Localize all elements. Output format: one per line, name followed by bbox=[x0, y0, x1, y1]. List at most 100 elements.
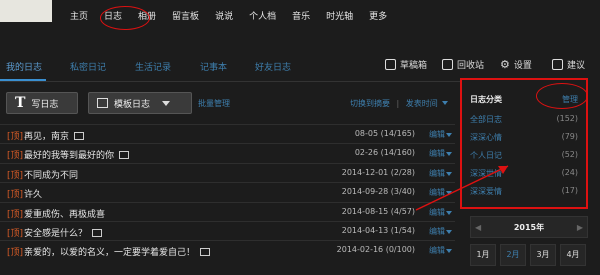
pinned-tag: [顶] bbox=[7, 248, 24, 259]
chevron-down-icon[interactable] bbox=[446, 171, 452, 176]
pinned-tag: [顶] bbox=[7, 151, 24, 162]
edit-link[interactable]: 编辑 bbox=[429, 148, 445, 159]
pinned-tag: [顶] bbox=[7, 132, 24, 142]
chevron-down-icon[interactable] bbox=[446, 249, 452, 254]
next-year-icon[interactable]: ▶ bbox=[577, 223, 583, 232]
drafts-label: 草稿箱 bbox=[400, 61, 428, 71]
nav-more[interactable]: 更多 bbox=[361, 10, 395, 24]
entry-date: 2014-04-13 (1/54) bbox=[341, 225, 415, 235]
calendar-month[interactable]: 3月 bbox=[530, 244, 556, 266]
drafts-button[interactable]: 草稿箱 bbox=[385, 58, 427, 71]
chevron-down-icon[interactable] bbox=[446, 191, 452, 196]
category-count: (79) bbox=[561, 132, 578, 141]
pinned-tag: [顶] bbox=[7, 190, 24, 201]
entry-date: 2014-02-16 (0/100) bbox=[336, 245, 415, 255]
list-item[interactable]: [顶] 爱重成伤、再极成喜 2014-08-15 (4/57) 编辑 bbox=[0, 201, 455, 221]
edit-link[interactable]: 编辑 bbox=[429, 226, 445, 237]
list-item[interactable]: [顶] 再见，南京 08-05 (14/165) 编辑 bbox=[0, 124, 455, 143]
avatar[interactable] bbox=[0, 0, 52, 22]
calendar-widget: ◀ 2015年 ▶ 1月 2月 3月 4月 bbox=[470, 216, 590, 275]
tab-life-record[interactable]: 生活记录 bbox=[135, 60, 171, 73]
chevron-down-icon[interactable] bbox=[162, 100, 171, 106]
tab-my-blog[interactable]: 我的日志 bbox=[6, 60, 42, 73]
tab-friends-blog[interactable]: 好友日志 bbox=[255, 60, 291, 73]
active-tab-underline bbox=[0, 79, 46, 81]
tab-private-diary[interactable]: 私密日记 bbox=[70, 60, 106, 73]
feedback-button[interactable]: 建议 bbox=[552, 58, 585, 71]
edit-link[interactable]: 编辑 bbox=[429, 187, 445, 198]
highlight-circle-manage bbox=[536, 83, 588, 109]
category-title: 日志分类 bbox=[470, 95, 502, 104]
list-item[interactable]: [顶] 许久 2014-09-28 (3/40) 编辑 bbox=[0, 182, 455, 201]
list-item[interactable]: [顶] 最好的我等到最好的你 02-26 (14/160) 编辑 bbox=[0, 143, 455, 162]
entry-title[interactable]: 再见，南京 bbox=[24, 129, 85, 142]
chevron-down-icon[interactable] bbox=[446, 152, 452, 157]
image-icon bbox=[200, 248, 211, 257]
list-item[interactable]: [顶] 不同成为不同 2014-12-01 (2/28) 编辑 bbox=[0, 162, 455, 182]
category-personal[interactable]: 个人日记 bbox=[470, 150, 502, 161]
calendar-header: ◀ 2015年 ▶ bbox=[470, 216, 588, 238]
video-icon bbox=[74, 132, 85, 140]
edit-link[interactable]: 编辑 bbox=[429, 129, 445, 140]
write-blog-label: 写日志 bbox=[31, 99, 59, 110]
edit-link[interactable]: 编辑 bbox=[429, 207, 445, 218]
nav-shuoshuo[interactable]: 说说 bbox=[207, 10, 241, 24]
edit-icon bbox=[552, 59, 563, 70]
chevron-down-icon[interactable] bbox=[446, 210, 452, 215]
chevron-down-icon[interactable] bbox=[446, 229, 452, 234]
feedback-label: 建议 bbox=[567, 61, 586, 71]
recycle-label: 回收站 bbox=[457, 61, 485, 71]
category-count: (52) bbox=[561, 150, 578, 159]
sort-by-time-link[interactable]: 发表时间 bbox=[406, 99, 438, 108]
list-item[interactable]: [顶] 安全感是什么？ 2014-04-13 (1/54) 编辑 bbox=[0, 220, 455, 240]
nav-music[interactable]: 音乐 bbox=[284, 10, 318, 24]
switch-summary-link[interactable]: 切换到摘要 bbox=[350, 99, 390, 108]
entry-date: 2014-09-28 (3/40) bbox=[341, 187, 415, 197]
entry-title[interactable]: 许久 bbox=[24, 187, 42, 200]
pinned-tag: [顶] bbox=[7, 170, 24, 181]
sort-links: 切换到摘要 | 发表时间 bbox=[350, 98, 449, 109]
chevron-down-icon[interactable] bbox=[442, 101, 449, 105]
drafts-icon bbox=[385, 59, 396, 70]
entry-title[interactable]: 爱重成伤、再极成喜 bbox=[24, 207, 105, 220]
recycle-bin-icon bbox=[442, 59, 453, 70]
entry-title[interactable]: 不同成为不同 bbox=[24, 168, 78, 181]
nav-home[interactable]: 主页 bbox=[62, 10, 96, 24]
tab-notebook[interactable]: 记事本 bbox=[200, 60, 227, 73]
highlight-circle-blog bbox=[100, 6, 150, 30]
entry-title[interactable]: 安全感是什么？ bbox=[24, 226, 103, 239]
batch-manage-link[interactable]: 批量管理 bbox=[198, 98, 230, 109]
calendar-month[interactable]: 1月 bbox=[470, 244, 496, 266]
recycle-button[interactable]: 回收站 bbox=[442, 58, 484, 71]
blog-list: [顶] 再见，南京 08-05 (14/165) 编辑 [顶] 最好的我等到最好… bbox=[0, 124, 455, 260]
list-item[interactable]: [顶] 亲爱的，以爱的名义，一定要学着爱自己！ 2014-02-16 (0/10… bbox=[0, 240, 455, 259]
entry-title[interactable]: 亲爱的，以爱的名义，一定要学着爱自己！ bbox=[24, 245, 211, 258]
entry-date: 2014-08-15 (4/57) bbox=[341, 206, 415, 216]
image-icon bbox=[119, 151, 130, 160]
nav-profile[interactable]: 个人档 bbox=[241, 10, 284, 24]
nav-timeline[interactable]: 时光轴 bbox=[318, 10, 361, 24]
calendar-month[interactable]: 4月 bbox=[560, 244, 586, 266]
category-love[interactable]: 深深爱情 bbox=[470, 186, 502, 197]
gear-icon: ⚙ bbox=[500, 58, 510, 71]
category-count: (152) bbox=[556, 114, 578, 123]
prev-year-icon[interactable]: ◀ bbox=[475, 223, 481, 232]
settings-button[interactable]: ⚙ 设置 bbox=[500, 58, 532, 71]
entry-title[interactable]: 最好的我等到最好的你 bbox=[24, 148, 130, 161]
text-t-icon: T bbox=[15, 95, 26, 111]
nav-messageboard[interactable]: 留言板 bbox=[164, 10, 207, 24]
template-blog-button[interactable]: 模板日志 bbox=[88, 92, 192, 114]
category-all[interactable]: 全部日志 bbox=[470, 114, 502, 125]
settings-label: 设置 bbox=[513, 61, 532, 71]
category-count: (17) bbox=[561, 186, 578, 195]
pinned-tag: [顶] bbox=[7, 228, 24, 239]
category-mood[interactable]: 深深心情 bbox=[470, 132, 502, 143]
entry-date: 08-05 (14/165) bbox=[354, 129, 415, 138]
calendar-month[interactable]: 2月 bbox=[500, 244, 526, 266]
chevron-down-icon[interactable] bbox=[446, 133, 452, 137]
top-navigation-bar: 主页 日志 相册 留言板 说说 个人档 音乐 时光轴 更多 bbox=[0, 0, 600, 34]
category-world[interactable]: 深深世情 bbox=[470, 168, 502, 179]
write-blog-button[interactable]: T 写日志 bbox=[6, 92, 78, 114]
edit-link[interactable]: 编辑 bbox=[429, 245, 445, 256]
edit-link[interactable]: 编辑 bbox=[429, 168, 445, 179]
